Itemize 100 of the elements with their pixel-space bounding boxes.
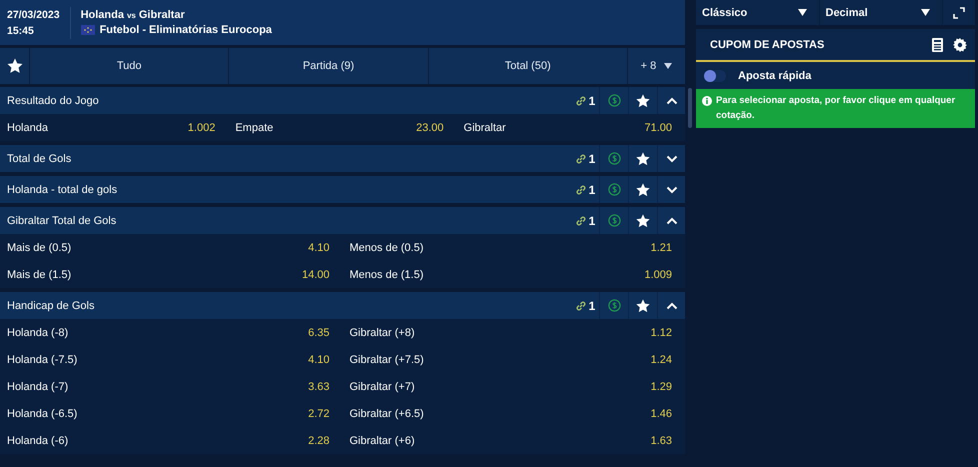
- chevron-down-icon[interactable]: [666, 186, 678, 194]
- market-title: Holanda - total de gols: [6, 184, 118, 196]
- market-tab[interactable]: Partida (9): [229, 48, 429, 84]
- odds-value: 4.10: [308, 354, 330, 366]
- star-icon: [6, 57, 24, 75]
- quick-bet-label: Aposta rápida: [738, 70, 812, 82]
- market-header[interactable]: Gibraltar Total de Gols 1: [0, 207, 685, 234]
- caret-icon: [921, 9, 930, 16]
- star-icon[interactable]: [635, 150, 651, 166]
- notice-text: Para selecionar aposta, por favor clique em qualquer cotação.: [716, 94, 956, 123]
- favorites-tab[interactable]: [0, 48, 30, 84]
- link-icon: [574, 300, 587, 312]
- odds-button[interactable]: Gibraltar (+6.5) 1.46: [342, 400, 685, 427]
- odds-button[interactable]: Holanda 1.002: [0, 114, 228, 141]
- odds-button[interactable]: Gibraltar (+6) 1.63: [342, 427, 685, 454]
- outcome-label: Gibraltar (+8): [350, 326, 415, 338]
- competition-name: Futebol - Eliminatórias Eurocopa: [100, 24, 272, 36]
- link-icon: [574, 152, 587, 164]
- odds-button[interactable]: Mais de (1.5) 14.00: [0, 261, 342, 288]
- caret-icon: [664, 63, 672, 69]
- market-title: Resultado do Jogo: [6, 94, 100, 106]
- odds-button[interactable]: Holanda (-7.5) 4.10: [0, 346, 342, 373]
- market-title: Total de Gols: [6, 152, 72, 164]
- odds-value: 71.00: [644, 122, 672, 134]
- outcome-label: Empate: [235, 122, 274, 134]
- dollar-icon[interactable]: [608, 183, 620, 196]
- market-title: Gibraltar Total de Gols: [6, 214, 118, 226]
- dollar-icon[interactable]: [608, 94, 620, 107]
- market-tab[interactable]: Total (50): [428, 48, 628, 84]
- calculator-icon[interactable]: [932, 38, 943, 52]
- event-time: 15:45: [7, 24, 35, 36]
- odds-value: 1.24: [650, 354, 672, 366]
- settings-icon[interactable]: [953, 38, 967, 52]
- chevron-down-icon[interactable]: [666, 154, 678, 162]
- star-icon[interactable]: [635, 182, 651, 198]
- chevron-up-icon[interactable]: [666, 96, 678, 104]
- chevron-up-icon[interactable]: [666, 302, 678, 310]
- link-icon: [574, 184, 587, 196]
- dollar-icon[interactable]: [608, 214, 620, 227]
- odds-button[interactable]: Empate 23.00: [228, 114, 457, 141]
- star-icon[interactable]: [635, 298, 651, 314]
- dollar-icon[interactable]: [608, 152, 620, 165]
- outcome-label: Menos de (0.5): [350, 242, 424, 254]
- market-header[interactable]: Handicap de Gols 1: [0, 292, 685, 319]
- odds-value: 1.009: [644, 268, 672, 280]
- odds-value: 4.10: [308, 242, 330, 254]
- outcome-label: Holanda: [7, 122, 48, 134]
- odds-button[interactable]: Holanda (-7) 3.63: [0, 373, 342, 400]
- odds-button[interactable]: Holanda (-8) 6.35: [0, 319, 342, 346]
- star-icon[interactable]: [635, 92, 651, 108]
- link-count: 1: [588, 94, 596, 108]
- dropdown[interactable]: Clássico: [696, 0, 820, 25]
- odds-button[interactable]: Holanda (-6) 2.28: [0, 427, 342, 454]
- outcome-label: Holanda (-8): [7, 326, 68, 338]
- expand-icon: [953, 6, 965, 18]
- info-icon: [702, 96, 712, 106]
- odds-value: 2.28: [308, 434, 330, 446]
- toggle-switch[interactable]: [704, 70, 726, 82]
- link-icon: [574, 94, 587, 106]
- betslip-title: CUPOM DE APOSTAS: [710, 38, 826, 50]
- link-count: 1: [588, 214, 596, 228]
- link-count: 1: [588, 152, 596, 166]
- outcome-label: Gibraltar (+6.5): [350, 408, 424, 420]
- odds-button[interactable]: Gibraltar (+7) 1.29: [342, 373, 685, 400]
- odds-button[interactable]: Menos de (0.5) 1.21: [342, 234, 685, 261]
- market-header[interactable]: Resultado do Jogo 1: [0, 87, 685, 114]
- odds-value: 6.35: [308, 326, 330, 338]
- outcome-label: Gibraltar: [464, 122, 506, 134]
- flag-icon: [80, 25, 95, 35]
- odds-value: 1.63: [650, 434, 672, 446]
- event-date: 27/03/2023: [7, 8, 60, 20]
- market-header[interactable]: Total de Gols 1: [0, 145, 685, 172]
- market-header[interactable]: Holanda - total de gols 1: [0, 176, 685, 203]
- outcome-label: Gibraltar (+6): [350, 434, 415, 446]
- odds-value: 2.72: [308, 408, 330, 420]
- odds-value: 1.002: [188, 122, 216, 134]
- link-count: 1: [588, 298, 596, 312]
- odds-value: 14.00: [302, 268, 330, 280]
- outcome-label: Holanda (-7): [7, 380, 68, 392]
- outcome-label: Menos de (1.5): [350, 268, 424, 280]
- odds-button[interactable]: Gibraltar (+8) 1.12: [342, 319, 685, 346]
- outcome-label: Gibraltar (+7): [350, 380, 415, 392]
- odds-button[interactable]: Holanda (-6.5) 2.72: [0, 400, 342, 427]
- outcome-label: Mais de (1.5): [7, 268, 72, 280]
- odds-button[interactable]: Gibraltar 71.00: [456, 114, 685, 141]
- scrollbar[interactable]: [688, 88, 692, 128]
- odds-button[interactable]: Gibraltar (+7.5) 1.24: [342, 346, 685, 373]
- odds-value: 1.12: [650, 326, 672, 338]
- odds-value: 1.29: [650, 380, 672, 392]
- outcome-label: Holanda (-7.5): [7, 354, 78, 366]
- chevron-up-icon[interactable]: [666, 216, 678, 224]
- odds-value: 1.21: [650, 242, 672, 254]
- dollar-icon[interactable]: [608, 299, 620, 312]
- odds-button[interactable]: Menos de (1.5) 1.009: [342, 261, 685, 288]
- odds-value: 1.46: [650, 408, 672, 420]
- odds-button[interactable]: Mais de (0.5) 4.10: [0, 234, 342, 261]
- star-icon[interactable]: [635, 212, 651, 228]
- market-tab[interactable]: Tudo: [30, 48, 230, 84]
- outcome-label: Holanda (-6.5): [7, 408, 78, 420]
- market-tab[interactable]: + 8: [628, 48, 685, 84]
